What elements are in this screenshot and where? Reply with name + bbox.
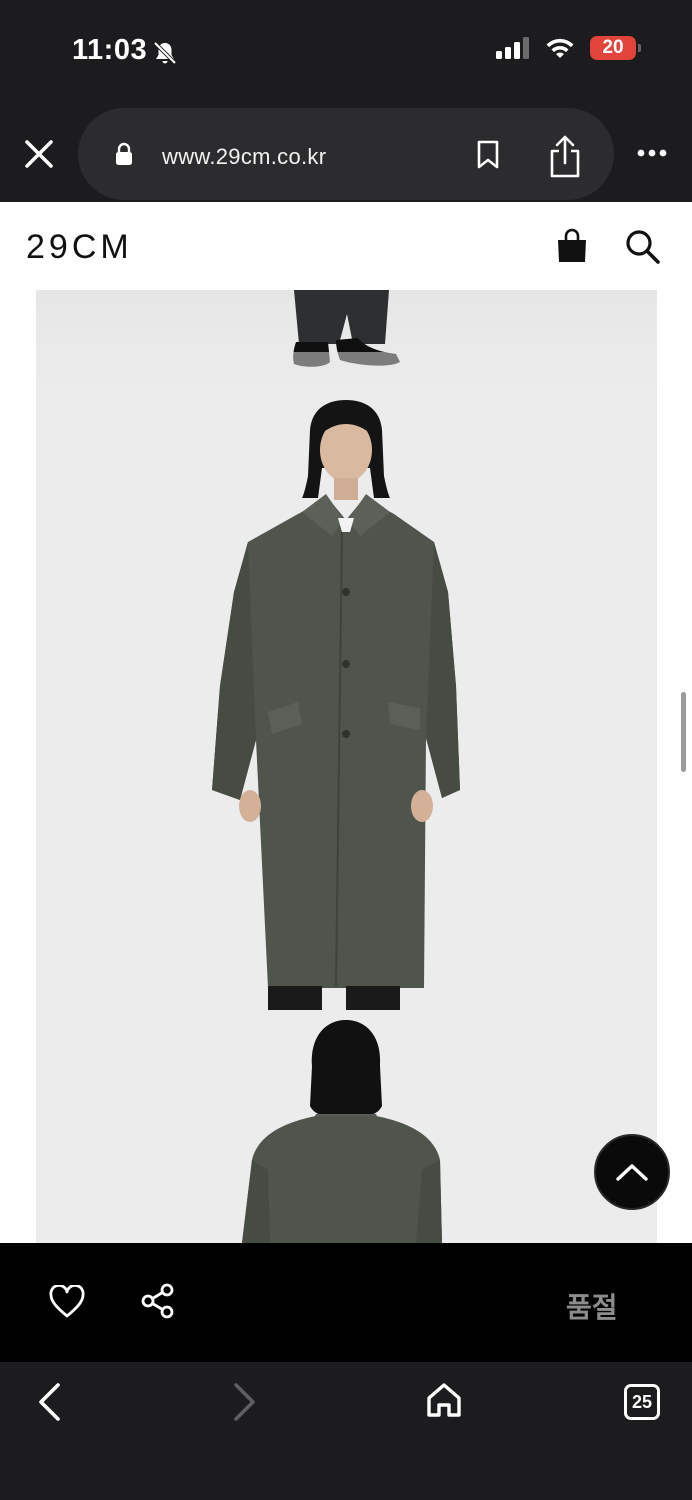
cellular-signal-icon [496,37,529,59]
chevron-up-icon [616,1164,648,1181]
browser-bottom-nav: 25 [0,1362,692,1500]
search-icon[interactable] [624,228,662,266]
share-nodes-icon[interactable] [140,1283,176,1319]
status-indicators: 20 [496,36,641,60]
site-logo[interactable]: 29CM [26,228,133,267]
browser-toolbar: www.29cm.co.kr [0,104,692,202]
url-text: www.29cm.co.kr [162,144,327,169]
heart-icon[interactable] [48,1285,86,1319]
product-photo-3 [36,1010,657,1243]
product-photo-1 [36,290,657,386]
sold-out-label: 품절 [566,1291,618,1324]
battery-indicator: 20 [590,36,641,60]
chevron-right-icon[interactable] [230,1382,258,1422]
more-icon[interactable] [636,148,668,158]
wifi-icon [546,38,574,58]
product-image-gallery [0,290,692,1243]
product-action-bar: 품절 [0,1243,692,1362]
status-time: 11:03 [72,34,148,66]
product-photo-coat-front [212,400,460,1010]
close-icon[interactable] [22,137,56,171]
shopping-bag-icon[interactable] [555,228,589,264]
bookmark-icon[interactable] [476,140,500,170]
product-photo-2 [36,386,657,1010]
product-photo-coat-back [242,1020,442,1243]
scroll-to-top-button[interactable] [594,1134,670,1210]
address-bar[interactable]: www.29cm.co.kr [78,108,614,200]
status-bar: 11:03 20 [0,0,692,104]
silent-bell-icon [153,41,177,65]
tabs-button[interactable]: 25 [624,1384,660,1420]
site-header: 29CM [0,202,692,290]
scroll-indicator[interactable] [681,692,686,772]
share-icon[interactable] [548,134,582,178]
lock-icon [116,142,132,165]
product-photo-legs [36,290,657,386]
home-icon[interactable] [424,1380,464,1420]
chevron-left-icon[interactable] [36,1382,64,1422]
